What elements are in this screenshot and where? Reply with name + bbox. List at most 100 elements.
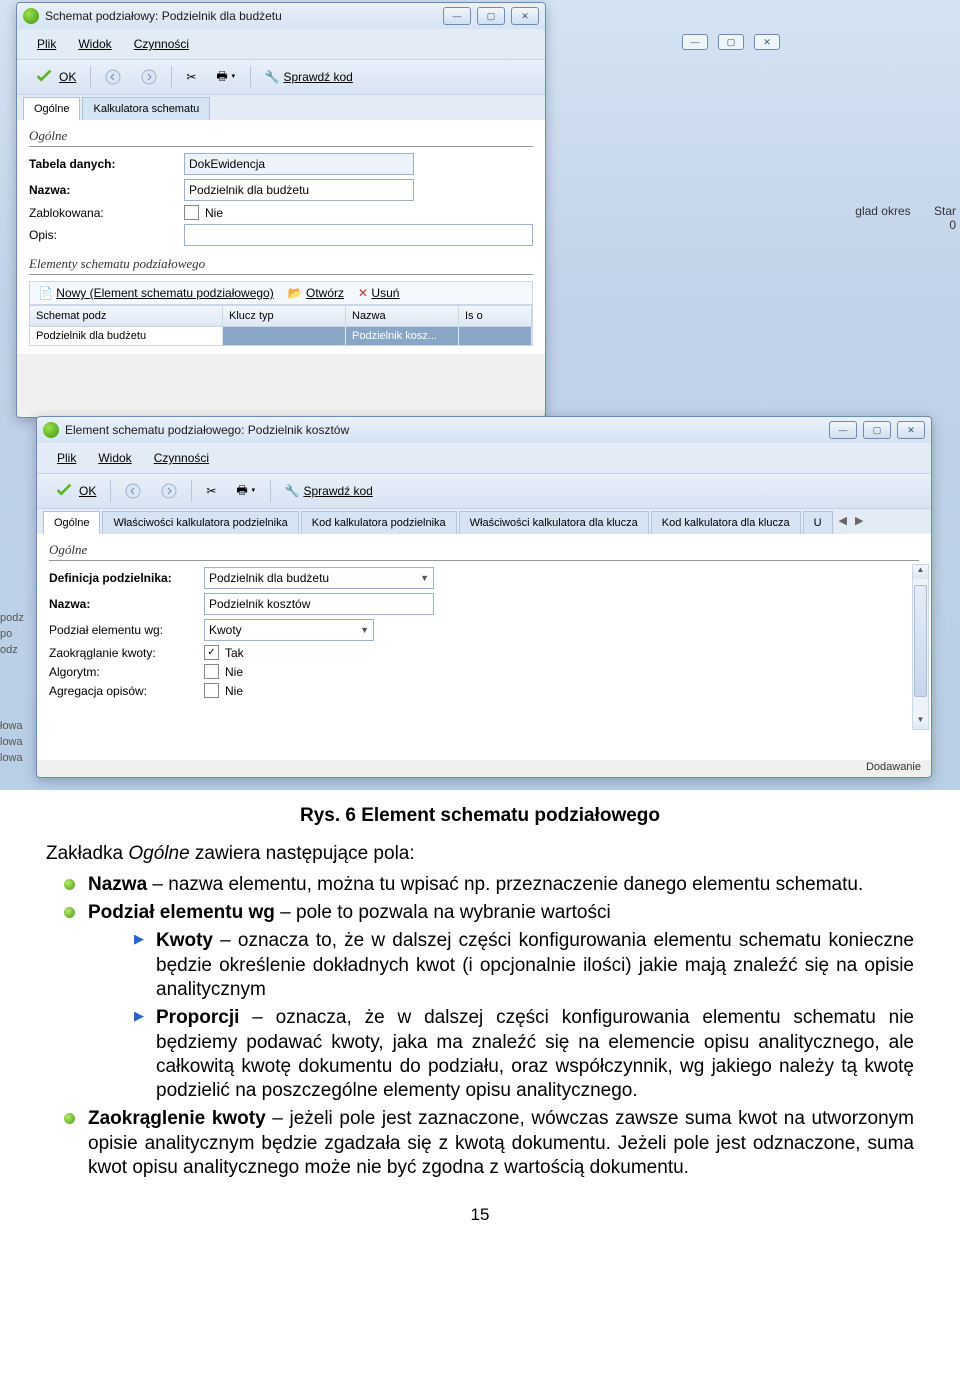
separator bbox=[191, 480, 192, 502]
nav-back-icon[interactable] bbox=[119, 481, 147, 501]
page-number: 15 bbox=[46, 1204, 914, 1226]
val-tabela: DokEwidencja bbox=[184, 153, 414, 175]
arrow-kwoty: Kwoty – oznacza to, że w dalszej części … bbox=[88, 929, 914, 1002]
tabbar-1: Ogólne Kalkulatora schematu bbox=[17, 95, 545, 120]
group-ogolne: Ogólne bbox=[29, 128, 533, 147]
bg-maximize-button[interactable]: ▢ bbox=[718, 34, 744, 50]
bg-minimize-button[interactable]: — bbox=[682, 34, 708, 50]
tab-wlasc-podz[interactable]: Właściwości kalkulatora podzielnika bbox=[102, 511, 298, 534]
menu-widok[interactable]: Widok bbox=[68, 33, 121, 55]
bullet-nazwa: Nazwa – nazwa elementu, można tu wpisać … bbox=[46, 873, 914, 897]
bg-col1: glad okres bbox=[855, 204, 910, 218]
ok-button[interactable]: OK bbox=[47, 478, 102, 504]
otworz-button[interactable]: 📂 Otwórz bbox=[288, 286, 344, 300]
menu-czynnosci[interactable]: Czynności bbox=[124, 33, 199, 55]
tab-kod-podz[interactable]: Kod kalkulatora podzielnika bbox=[301, 511, 457, 534]
tab-u[interactable]: U bbox=[803, 511, 833, 534]
tab-scroll-left[interactable]: ◀ bbox=[835, 511, 851, 534]
chk-zaokr[interactable]: ✓ bbox=[204, 645, 219, 660]
tab-kalkulatora[interactable]: Kalkulatora schematu bbox=[82, 97, 210, 120]
nowy-button[interactable]: 📄 Nowy (Element schematu podziałowego) bbox=[38, 286, 274, 300]
grid-toolbar: 📄 Nowy (Element schematu podziałowego) 📂… bbox=[29, 281, 533, 305]
tab-ogolne[interactable]: Ogólne bbox=[43, 511, 100, 534]
body-1: Ogólne Tabela danych:DokEwidencja Nazwa:… bbox=[17, 120, 545, 354]
maximize-button[interactable]: ▢ bbox=[863, 421, 891, 439]
tabbar-2: Ogólne Właściwości kalkulatora podzielni… bbox=[37, 509, 931, 534]
menu-widok[interactable]: Widok bbox=[88, 447, 141, 469]
group-ogolne2: Ogólne bbox=[49, 542, 919, 561]
minimize-button[interactable]: — bbox=[829, 421, 857, 439]
lbl-nazwa: Nazwa: bbox=[29, 183, 184, 197]
input-nazwa2[interactable]: Podzielnik kosztów bbox=[204, 593, 434, 615]
separator bbox=[270, 480, 271, 502]
sprawdz-button[interactable]: 🔧 Sprawdź kod bbox=[279, 482, 379, 500]
grid-1[interactable]: Schemat podz Klucz typ Nazwa Is o Podzie… bbox=[29, 305, 533, 346]
body-2: Ogólne Definicja podzielnika:Podzielnik … bbox=[37, 534, 931, 760]
tab-scroll-right[interactable]: ▶ bbox=[851, 511, 867, 534]
tab-ogolne[interactable]: Ogólne bbox=[23, 97, 80, 120]
ok-button[interactable]: OK bbox=[27, 64, 82, 90]
title-1: Schemat podziałowy: Podzielnik dla budże… bbox=[45, 9, 443, 23]
toolbar-1: OK ✂ 🖶 ▾ 🔧 Sprawdź kod bbox=[17, 59, 545, 95]
app-icon bbox=[23, 8, 39, 24]
separator bbox=[110, 480, 111, 502]
lbl-definicja: Definicja podzielnika: bbox=[49, 571, 204, 585]
chk-alg[interactable] bbox=[204, 664, 219, 679]
scroll-down-icon[interactable]: ▼ bbox=[913, 715, 928, 729]
tab-kod-klucz[interactable]: Kod kalkulatora dla klucza bbox=[651, 511, 801, 534]
nav-back-icon[interactable] bbox=[99, 67, 127, 87]
tools-icon[interactable]: ✂ bbox=[200, 482, 222, 500]
lbl-zablokowana: Zablokowana: bbox=[29, 206, 184, 220]
scrollbar[interactable]: ▲ ▼ bbox=[912, 564, 929, 730]
figure-caption: Rys. 6 Element schematu podziałowego bbox=[46, 804, 914, 828]
col-nazwa[interactable]: Nazwa bbox=[346, 306, 459, 327]
close-button[interactable]: ✕ bbox=[897, 421, 925, 439]
tab-wlasc-klucz[interactable]: Właściwości kalkulatora dla klucza bbox=[459, 511, 649, 534]
bullet-zaokraglenie: Zaokrąglenie kwoty – jeżeli pole jest za… bbox=[46, 1107, 914, 1180]
print-icon[interactable]: 🖶 ▾ bbox=[210, 65, 241, 90]
sprawdz-button[interactable]: 🔧 Sprawdź kod bbox=[259, 68, 359, 86]
bg-close-button[interactable]: ✕ bbox=[754, 34, 780, 50]
input-nazwa[interactable]: Podzielnik dla budżetu bbox=[184, 179, 414, 201]
bullet-podzial: Podział elementu wg – pole to pozwala na… bbox=[46, 901, 914, 1104]
close-button[interactable]: ✕ bbox=[511, 7, 539, 25]
scroll-up-icon[interactable]: ▲ bbox=[913, 565, 928, 579]
val-zaokr: Tak bbox=[225, 646, 244, 660]
screenshot-composite: — ▢ ✕ glad okres Star 0 podz po odz łowa… bbox=[0, 0, 960, 790]
chk-zablokowana[interactable] bbox=[184, 205, 199, 220]
maximize-button[interactable]: ▢ bbox=[477, 7, 505, 25]
lbl-podzial: Podział elementu wg: bbox=[49, 623, 204, 637]
lbl-opis: Opis: bbox=[29, 228, 184, 242]
separator bbox=[90, 66, 91, 88]
bg-partial-left: podz po odz łowa lowa lowa bbox=[0, 610, 36, 766]
menubar-1: Plik Widok Czynności bbox=[17, 29, 545, 59]
titlebar-1[interactable]: Schemat podziałowy: Podzielnik dla budże… bbox=[17, 3, 545, 29]
document-text: Rys. 6 Element schematu podziałowego Zak… bbox=[0, 790, 960, 1236]
titlebar-2[interactable]: Element schematu podziałowego: Podzielni… bbox=[37, 417, 931, 443]
scroll-thumb[interactable] bbox=[914, 585, 927, 697]
input-opis[interactable] bbox=[184, 224, 533, 246]
menubar-2: Plik Widok Czynności bbox=[37, 443, 931, 473]
val-alg: Nie bbox=[225, 665, 243, 679]
col-iso[interactable]: Is o bbox=[459, 306, 532, 327]
nav-fwd-icon[interactable] bbox=[155, 481, 183, 501]
col-klucz[interactable]: Klucz typ bbox=[223, 306, 346, 327]
menu-czynnosci[interactable]: Czynności bbox=[144, 447, 219, 469]
grid-row[interactable]: Podzielnik dla budżetu Podzielnik kosz..… bbox=[30, 327, 532, 345]
lbl-nazwa2: Nazwa: bbox=[49, 597, 204, 611]
separator bbox=[250, 66, 251, 88]
menu-plik[interactable]: Plik bbox=[27, 33, 66, 55]
minimize-button[interactable]: — bbox=[443, 7, 471, 25]
chk-agr[interactable] bbox=[204, 683, 219, 698]
menu-plik[interactable]: Plik bbox=[47, 447, 86, 469]
dd-podzial[interactable]: Kwoty▼ bbox=[204, 619, 374, 641]
col-schemat[interactable]: Schemat podz bbox=[30, 306, 223, 327]
lbl-tabela: Tabela danych: bbox=[29, 157, 184, 171]
dd-definicja[interactable]: Podzielnik dla budżetu▼ bbox=[204, 567, 434, 589]
print-icon[interactable]: 🖶 ▾ bbox=[230, 479, 261, 504]
usun-button[interactable]: ✕ Usuń bbox=[358, 286, 399, 300]
nav-fwd-icon[interactable] bbox=[135, 67, 163, 87]
tools-icon[interactable]: ✂ bbox=[180, 68, 202, 86]
app-icon bbox=[43, 422, 59, 438]
separator bbox=[171, 66, 172, 88]
